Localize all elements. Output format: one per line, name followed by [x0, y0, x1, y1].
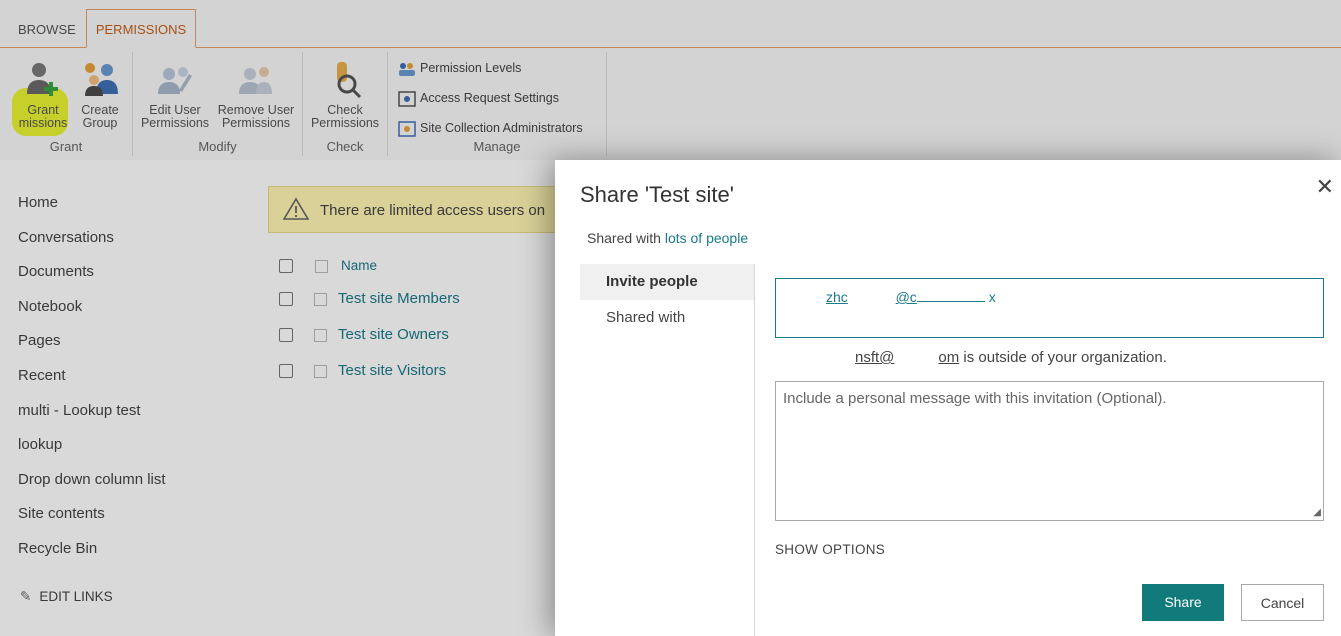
outside-email-part2: om	[938, 349, 960, 366]
personal-message-textarea[interactable]: Include a personal message with this inv…	[775, 381, 1324, 521]
redacted-region	[916, 301, 985, 302]
cancel-button[interactable]: Cancel	[1241, 584, 1324, 621]
vertical-divider	[754, 264, 755, 636]
message-placeholder: Include a personal message with this inv…	[783, 390, 1167, 407]
tab-invite-people[interactable]: Invite people	[580, 264, 754, 300]
resize-grip-icon[interactable]: ◢	[1313, 507, 1321, 518]
dialog-title: Share 'Test site'	[580, 182, 734, 207]
close-icon[interactable]: ✕	[1316, 174, 1334, 200]
outside-org-warning: nsft@ om is outside of your organization.	[775, 349, 1167, 366]
remove-invitee-icon[interactable]: x	[989, 289, 996, 305]
shared-with-prefix: Shared with	[587, 230, 665, 246]
shared-with-summary: Shared with lots of people	[587, 230, 748, 246]
show-options-link[interactable]: SHOW OPTIONS	[775, 542, 885, 557]
invitee-domain-part: @c	[895, 289, 917, 305]
people-picker-input[interactable]: zhc @c x	[775, 278, 1324, 338]
share-dialog: Share 'Test site' ✕ Shared with lots of …	[555, 160, 1341, 636]
dialog-tabs: Invite people Shared with	[580, 264, 754, 336]
tab-shared-with[interactable]: Shared with	[580, 300, 754, 336]
outside-email-part1: nsft@	[855, 349, 895, 366]
outside-org-suffix: is outside of your organization.	[959, 349, 1167, 366]
invitee-token[interactable]: zhc @c x	[826, 289, 996, 305]
share-button[interactable]: Share	[1142, 584, 1224, 621]
invitee-name-part: zhc	[826, 289, 848, 305]
lots-of-people-link[interactable]: lots of people	[665, 230, 748, 246]
